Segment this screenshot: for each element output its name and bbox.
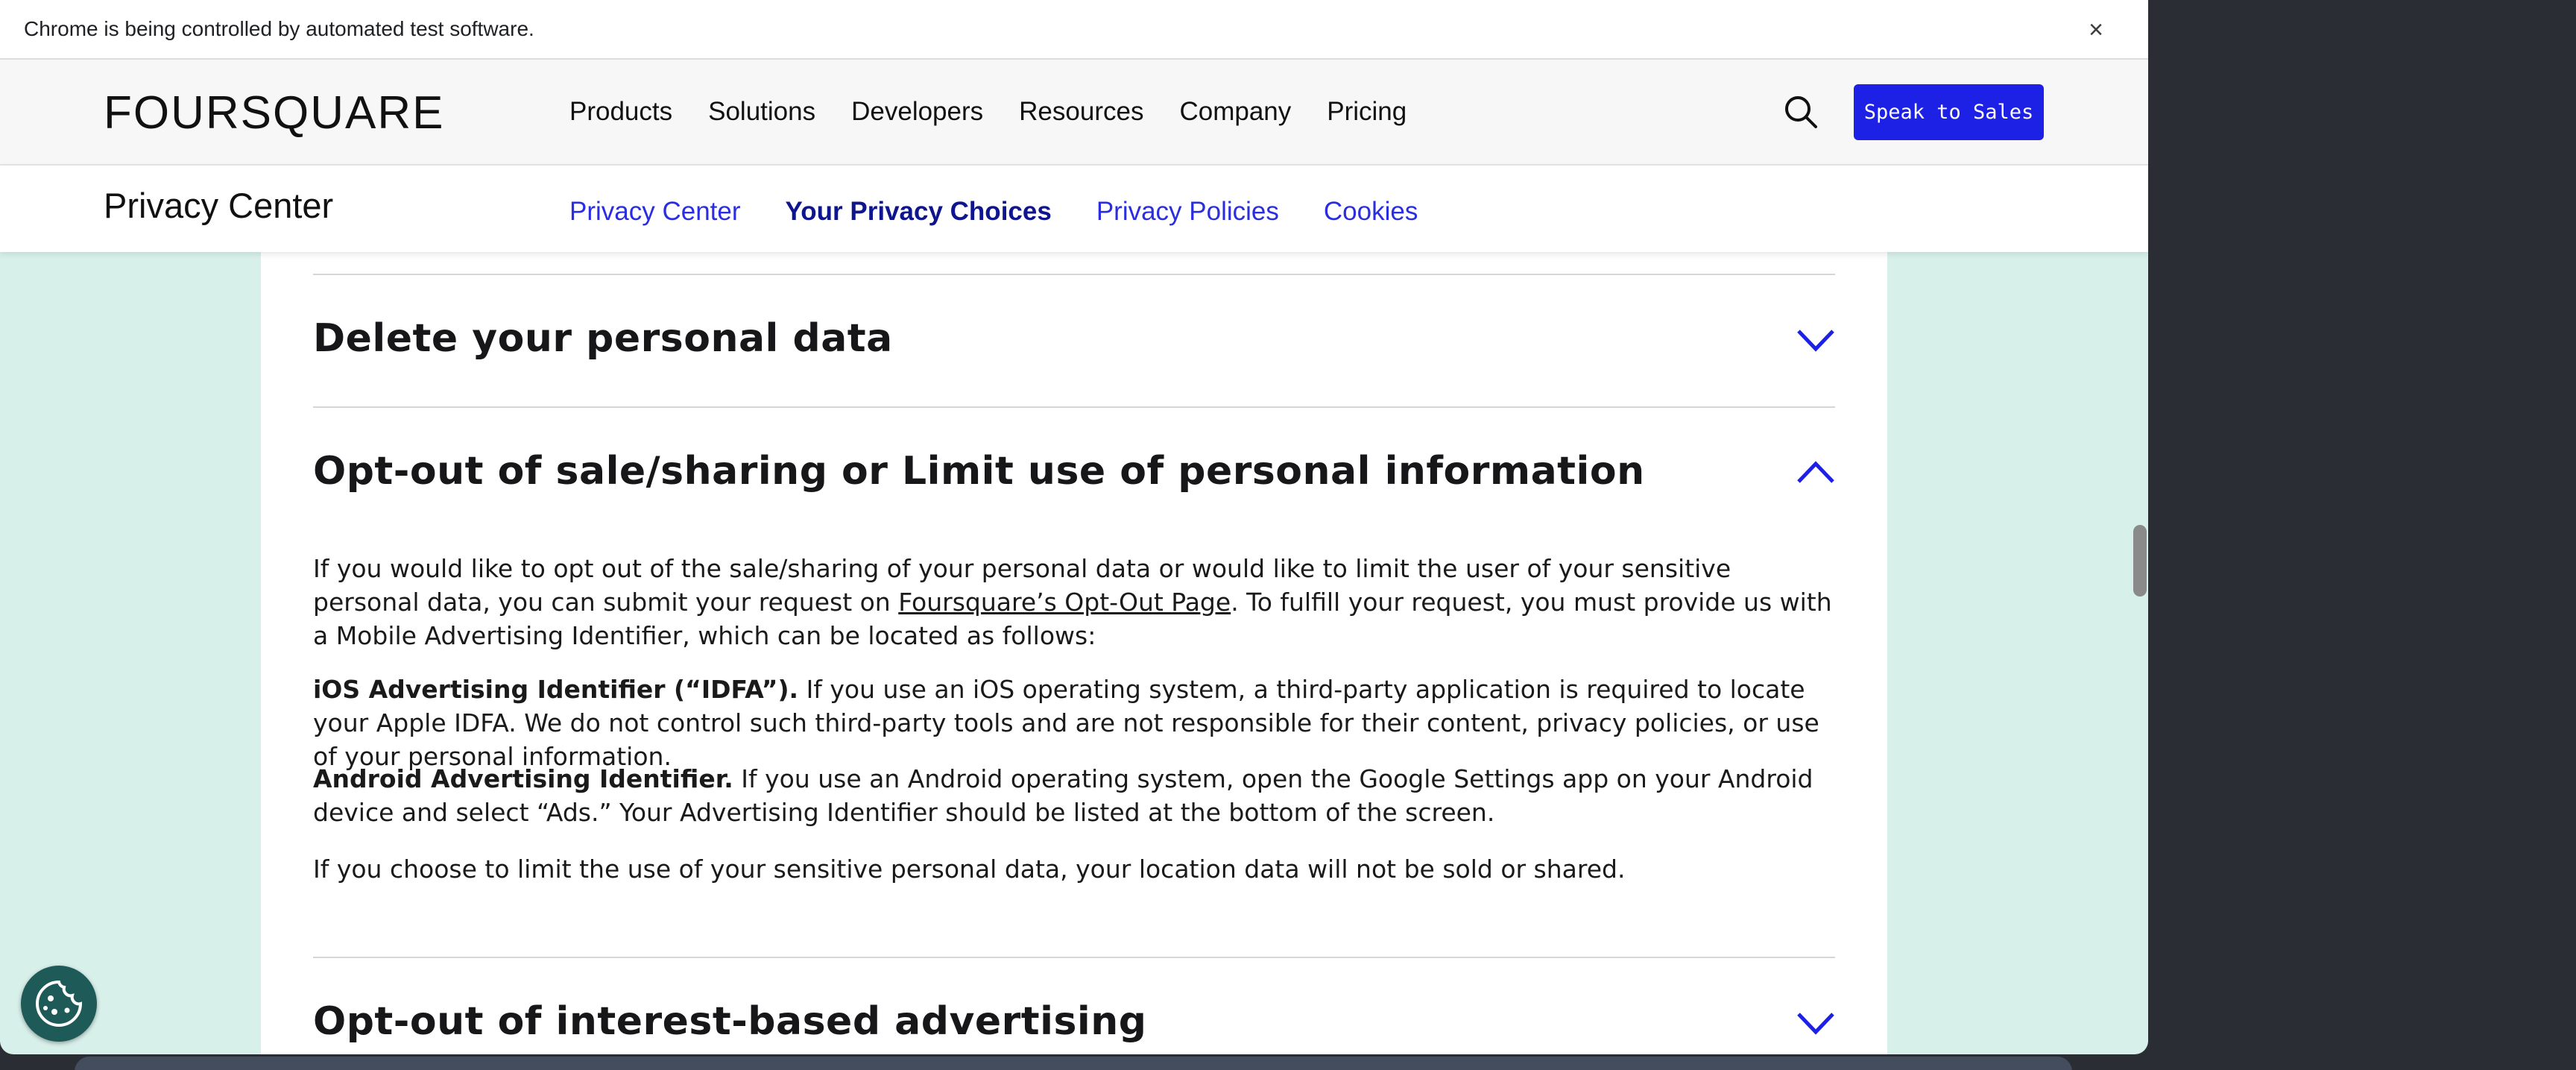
nav-products[interactable]: Products [569, 89, 672, 134]
privacy-center-title: Privacy Center [104, 186, 334, 225]
nav-company[interactable]: Company [1179, 89, 1291, 134]
android-identifier-label: Android Advertising Identifier. [313, 764, 733, 793]
automation-infobar: Chrome is being controlled by automated … [0, 0, 2148, 60]
nav-developers[interactable]: Developers [851, 89, 983, 134]
speak-to-sales-button[interactable]: Speak to Sales [1854, 84, 2044, 140]
subnav-privacy-policies[interactable]: Privacy Policies [1096, 194, 1279, 230]
foursquare-logo[interactable]: FOURSQUARE [104, 86, 444, 140]
desktop-dock [75, 1057, 2072, 1070]
subnav-privacy-center[interactable]: Privacy Center [569, 194, 741, 230]
infobar-message: Chrome is being controlled by automated … [24, 17, 534, 40]
opt-out-intro: If you would like to opt out of the sale… [313, 552, 1837, 652]
section-divider [313, 406, 1835, 408]
chevron-down-icon[interactable] [1796, 328, 1835, 352]
ios-identifier-label: iOS Advertising Identifier (“IDFA”). [313, 675, 799, 704]
close-icon[interactable]: × [2080, 13, 2112, 46]
page-scrollbar[interactable] [2133, 525, 2147, 597]
ios-identifier-paragraph: iOS Advertising Identifier (“IDFA”). If … [313, 673, 1837, 773]
search-icon[interactable] [1781, 91, 1822, 136]
android-identifier-paragraph: Android Advertising Identifier. If you u… [313, 762, 1837, 829]
main-nav: Products Solutions Developers Resources … [569, 89, 1442, 134]
opt-out-page-link[interactable]: Foursquare’s Opt-Out Page [898, 588, 1231, 617]
nav-pricing[interactable]: Pricing [1327, 89, 1407, 134]
limit-use-paragraph: If you choose to limit the use of your s… [313, 855, 1626, 884]
chevron-down-icon[interactable] [1796, 1011, 1835, 1035]
privacy-subnav: Privacy Center Your Privacy Choices Priv… [569, 194, 1462, 230]
cookie-icon[interactable] [21, 966, 97, 1042]
section-divider [313, 274, 1835, 275]
subnav-your-privacy-choices[interactable]: Your Privacy Choices [786, 194, 1052, 230]
section-title-delete-data[interactable]: Delete your personal data [313, 315, 893, 362]
chevron-up-icon[interactable] [1796, 461, 1835, 485]
section-divider [313, 957, 1835, 958]
section-title-opt-out-sale[interactable]: Opt-out of sale/sharing or Limit use of … [313, 447, 1645, 495]
privacy-subheader: Privacy Center Privacy Center Your Priva… [0, 166, 2148, 252]
section-title-interest-ads[interactable]: Opt-out of interest-based advertising [313, 998, 1146, 1045]
nav-solutions[interactable]: Solutions [708, 89, 815, 134]
privacy-choices-card: Delete your personal data Opt-out of sal… [261, 224, 1887, 1054]
nav-resources[interactable]: Resources [1019, 89, 1143, 134]
browser-window: Chrome is being controlled by automated … [0, 0, 2148, 1054]
subnav-cookies[interactable]: Cookies [1324, 194, 1418, 230]
site-header: FOURSQUARE Products Solutions Developers… [0, 60, 2148, 166]
